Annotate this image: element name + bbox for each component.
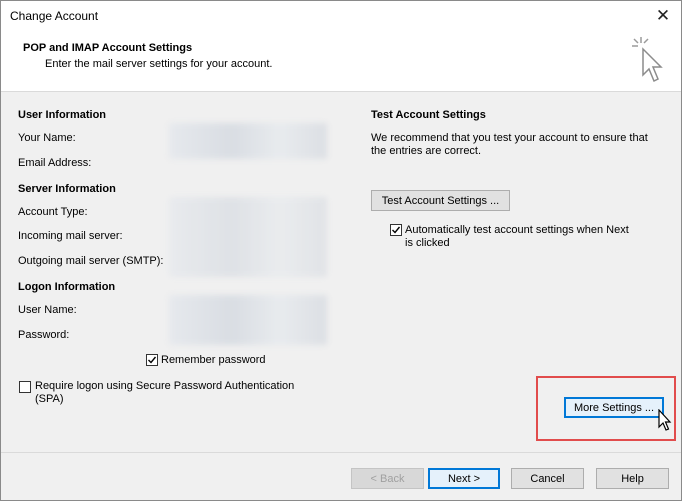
cancel-button[interactable]: Cancel — [511, 468, 584, 489]
server-information-heading: Server Information — [18, 183, 116, 195]
password-label: Password: — [18, 329, 70, 341]
test-description-line2: the entries are correct. — [371, 145, 482, 157]
close-icon[interactable]: ✕ — [653, 6, 673, 26]
auto-test-label-line2: is clicked — [405, 237, 450, 249]
user-name-label: User Name: — [18, 304, 77, 316]
email-address-label: Email Address: — [18, 157, 92, 169]
spa-checkbox[interactable] — [19, 381, 31, 393]
checkmark-icon — [392, 226, 401, 234]
click-cursor-icon — [632, 37, 663, 83]
server-fields-redacted[interactable] — [169, 197, 327, 277]
outgoing-server-label: Outgoing mail server (SMTP): — [18, 255, 164, 267]
test-account-settings-heading: Test Account Settings — [371, 109, 486, 121]
your-name-email-fields-redacted[interactable] — [169, 123, 327, 159]
logon-fields-redacted[interactable] — [169, 295, 327, 345]
checkmark-icon — [148, 356, 157, 364]
header-title: POP and IMAP Account Settings — [23, 42, 193, 54]
title-bar: Change Account ✕ — [1, 1, 681, 31]
footer-divider — [1, 452, 681, 453]
spa-label-line2: (SPA) — [35, 393, 64, 405]
window-title: Change Account — [10, 9, 99, 23]
test-account-settings-button[interactable]: Test Account Settings ... — [371, 190, 510, 211]
spa-label-line1: Require logon using Secure Password Auth… — [35, 380, 295, 392]
mouse-pointer-icon — [658, 409, 672, 431]
remember-password-label: Remember password — [161, 354, 266, 366]
header-subtitle: Enter the mail server settings for your … — [45, 58, 273, 70]
next-button[interactable]: Next > — [428, 468, 500, 489]
auto-test-checkbox[interactable] — [390, 224, 402, 236]
your-name-label: Your Name: — [18, 132, 76, 144]
remember-password-checkbox[interactable] — [146, 354, 158, 366]
auto-test-label-line1: Automatically test account settings when… — [405, 224, 629, 236]
more-settings-button[interactable]: More Settings ... — [564, 397, 664, 418]
change-account-dialog: Change Account ✕ POP and IMAP Account Se… — [0, 0, 682, 501]
back-button[interactable]: < Back — [351, 468, 424, 489]
user-information-heading: User Information — [18, 109, 107, 121]
help-button[interactable]: Help — [596, 468, 669, 489]
account-type-label: Account Type: — [18, 206, 88, 218]
dialog-header: POP and IMAP Account Settings Enter the … — [1, 31, 681, 92]
incoming-server-label: Incoming mail server: — [18, 230, 123, 242]
logon-information-heading: Logon Information — [18, 281, 116, 293]
test-description-line1: We recommend that you test your account … — [371, 132, 648, 144]
